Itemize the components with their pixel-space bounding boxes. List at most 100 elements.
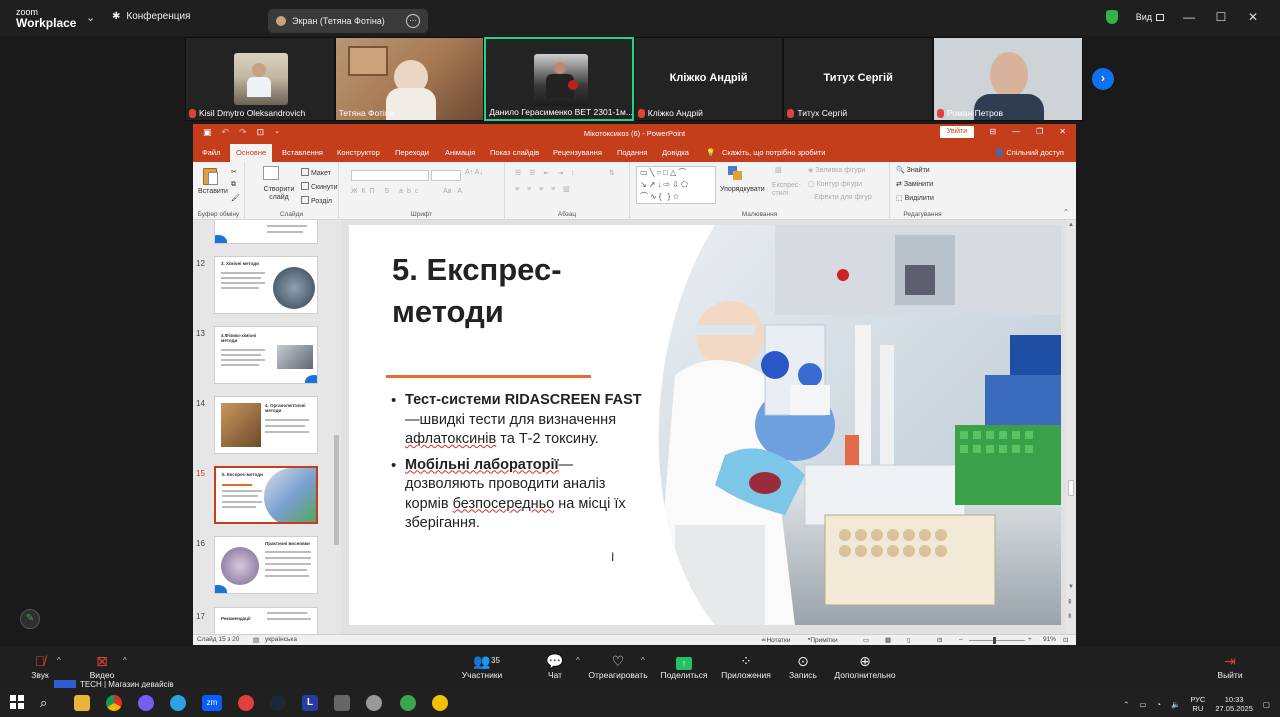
copy-icon[interactable]: ⧉	[231, 181, 236, 189]
font-grow-icon[interactable]: A↑ A↓	[465, 169, 483, 176]
reading-view-icon[interactable]: ▯	[907, 636, 911, 644]
zoom-in-icon[interactable]: +	[1028, 636, 1032, 643]
chevron-down-icon[interactable]: ⌄	[86, 11, 95, 24]
more-button[interactable]: ⊕ Дополнительно	[830, 652, 900, 680]
sign-in-button[interactable]: Увійти	[940, 126, 974, 138]
paste-icon[interactable]	[199, 166, 223, 186]
tab-transitions[interactable]: Переходи	[395, 148, 429, 157]
steam-icon[interactable]	[270, 695, 286, 711]
shape-fill-button[interactable]: ◈ Заливка фігури	[808, 166, 865, 174]
canvas-scrollbar[interactable]: ▲ ▼ ⇞ ⇟	[1066, 220, 1076, 634]
tab-animations[interactable]: Анімація	[445, 148, 475, 157]
slide-thumbnail[interactable]: Рекомендації	[214, 607, 318, 634]
slide-body-text[interactable]: Тест-системи RIDASCREEN FAST —швидкі тест…	[389, 391, 649, 540]
network-icon[interactable]: ◔	[1156, 700, 1161, 709]
align-icons[interactable]: ≡ ≡ ≡ ≡ ▥	[515, 185, 573, 193]
share-button[interactable]: 👤 Спільний доступ	[995, 148, 1064, 157]
collapse-ribbon-icon[interactable]: ⌃	[1063, 208, 1069, 216]
shapes-gallery[interactable]: ▭╲○□△⌒ ↘↗↓⇨⇩⬠ ⌒∿{ }☆	[636, 166, 716, 204]
tell-me-input[interactable]: Скажіть, що потрібно зробити	[722, 148, 826, 157]
app-icon[interactable]	[334, 695, 350, 711]
share-screen-button[interactable]: ↑ Поделиться	[649, 652, 719, 680]
arrange-icon[interactable]	[728, 166, 742, 180]
tab-view[interactable]: Подання	[617, 148, 647, 157]
volume-icon[interactable]: 🔈	[1171, 700, 1180, 709]
quick-styles-button[interactable]: Експрес-стилі	[772, 182, 802, 198]
layout-button[interactable]: Макет	[301, 168, 331, 177]
app-icon[interactable]	[432, 695, 448, 711]
notes-button[interactable]: ≐ Нотатки	[761, 636, 790, 644]
chat-options-caret[interactable]: ^	[576, 656, 580, 665]
clock[interactable]: 10:33 27.05.2025	[1215, 695, 1253, 713]
zoom-taskbar-icon[interactable]: zm	[202, 695, 222, 711]
reset-button[interactable]: Скинути	[301, 182, 338, 191]
shape-outline-button[interactable]: ▢ Контур фігури	[808, 180, 862, 188]
file-explorer-icon[interactable]	[74, 695, 90, 711]
slide-thumbnail-current[interactable]: 5. Експрес-методи	[214, 466, 318, 524]
next-slide-icon[interactable]: ⇟	[1067, 612, 1073, 620]
new-slide-button[interactable]: Створити слайд	[261, 186, 297, 202]
normal-view-icon[interactable]: ▭	[863, 636, 869, 644]
zoom-slider[interactable]	[969, 640, 1025, 641]
prev-slide-icon[interactable]: ⇞	[1067, 598, 1073, 606]
list-icons[interactable]: ☰ ☰ ⇤ ⇥ ↕	[515, 169, 578, 177]
tab-file[interactable]: Файл	[202, 148, 220, 157]
reactions-options-caret[interactable]: ^	[641, 656, 645, 665]
scroll-up-icon[interactable]: ▲	[1068, 222, 1074, 228]
comments-button[interactable]: ▪ Примітки	[808, 636, 838, 644]
tab-slideshow[interactable]: Показ слайдів	[490, 148, 539, 157]
battery-icon[interactable]: ▭	[1139, 700, 1146, 709]
font-color-icon[interactable]: Aa · A	[443, 188, 462, 195]
participant-tile[interactable]: Kisil Dmytro Oleksandrovich	[185, 37, 335, 121]
format-painter-icon[interactable]: 🖌	[231, 194, 240, 202]
security-shield-icon[interactable]	[1105, 10, 1118, 24]
participant-tile[interactable]: Кліжко Андрій Кліжко Андрій	[633, 37, 784, 121]
reactions-button[interactable]: ♡ Отреагировать ^	[583, 652, 653, 680]
video-button[interactable]: ⊠ Видео ^	[67, 652, 137, 680]
slide-thumbnail[interactable]: 4.Фізико-хімічні методи	[214, 326, 318, 384]
record-button[interactable]: ⊙ Запись	[768, 652, 838, 680]
participant-tile-active[interactable]: Данило Герасименко ВЕТ 2301-1м...	[484, 37, 634, 121]
font-format-icons[interactable]: ЖКП S abc	[351, 188, 422, 195]
participant-tile[interactable]: Роман Петров	[932, 37, 1083, 121]
arrange-button[interactable]: Упорядкувати	[720, 186, 770, 193]
torrent-icon[interactable]	[400, 695, 416, 711]
minimize-button[interactable]: —	[1182, 10, 1196, 24]
viber-icon[interactable]	[138, 695, 154, 711]
participant-tile[interactable]: Тетяна Фотіна	[334, 37, 485, 121]
maximize-button[interactable]: ☐	[1214, 10, 1228, 24]
chat-button[interactable]: 💬 Чат ^	[520, 652, 590, 680]
find-button[interactable]: 🔍 Знайти	[896, 166, 930, 174]
quick-styles-icon[interactable]: ▨	[775, 166, 782, 174]
participant-tile[interactable]: Титух Сергій Титух Сергій	[783, 37, 933, 121]
scroll-down-icon[interactable]: ▼	[1068, 584, 1074, 590]
ppt-close-button[interactable]: ✕	[1059, 127, 1066, 136]
fit-slide-icon[interactable]: ⊡	[1063, 636, 1068, 644]
font-name-select[interactable]	[351, 170, 429, 181]
slideshow-view-icon[interactable]: ⊟	[937, 636, 942, 644]
notifications-icon[interactable]: ▢	[1263, 700, 1270, 709]
annotate-pencil-icon[interactable]: ✎	[20, 609, 40, 629]
view-button[interactable]: Вид	[1136, 12, 1164, 22]
replace-button[interactable]: ⇄ Замінити	[896, 180, 933, 188]
next-page-arrow-icon[interactable]: ›	[1092, 68, 1114, 90]
tab-review[interactable]: Рецензування	[553, 148, 602, 157]
ppt-restore-button[interactable]: ❐	[1036, 127, 1043, 136]
screen-share-indicator[interactable]: Экран (Тетяна Фотіна) ···	[268, 9, 428, 33]
tab-help[interactable]: Довідка	[662, 148, 689, 157]
audio-options-caret[interactable]: ^	[57, 656, 61, 665]
shape-effects-button[interactable]: ◌ Ефекти для фігур	[808, 194, 872, 201]
slide-thumbnail[interactable]: 4. Органолептичні методи	[214, 396, 318, 454]
thumbnail-scrollbar[interactable]	[332, 220, 341, 634]
ppt-minimize-button[interactable]: —	[1012, 127, 1020, 136]
audio-button[interactable]: 🎙̸ Звук ^	[5, 652, 75, 680]
leave-button[interactable]: ⇥ Выйти	[1195, 652, 1265, 680]
font-size-select[interactable]	[431, 170, 461, 181]
more-options-icon[interactable]: ···	[406, 14, 420, 28]
zoom-level[interactable]: 91%	[1043, 636, 1056, 643]
language-indicator[interactable]: РУС RU	[1190, 695, 1205, 713]
participants-button[interactable]: 👥 35 Участники	[447, 652, 517, 680]
spellcheck-icon[interactable]: ▤	[253, 636, 259, 644]
select-button[interactable]: ⬚ Виділити	[896, 194, 934, 202]
chrome-icon[interactable]	[106, 695, 122, 711]
